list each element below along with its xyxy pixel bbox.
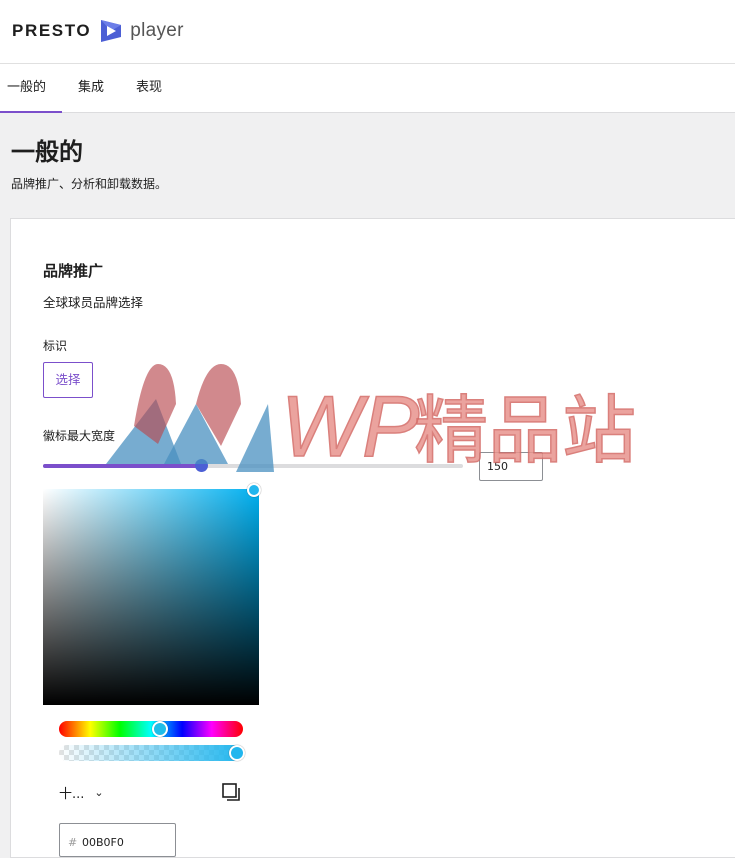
color-saturation-area[interactable] — [43, 489, 259, 705]
hash-prefix: # — [68, 836, 78, 849]
color-format-label: 十... — [59, 786, 85, 802]
color-format-select[interactable]: 十... ⌄ — [59, 781, 104, 803]
copy-icon[interactable] — [221, 782, 241, 802]
section-description: 全球球员品牌选择 — [43, 295, 144, 310]
hex-value: 00B0F0 — [82, 836, 124, 849]
alpha-slider[interactable] — [59, 745, 246, 761]
logo-label: 标识 — [43, 339, 68, 353]
presto-player-logo: PRESTO player — [12, 16, 184, 46]
saturation-handle[interactable] — [247, 483, 261, 497]
tab-performance[interactable]: 表现 — [136, 64, 162, 113]
logo-width-slider[interactable] — [43, 459, 463, 472]
slider-fill — [43, 464, 201, 468]
page-title: 一般的 — [11, 138, 83, 166]
settings-tabs: 一般的 集成 表现 — [0, 64, 735, 113]
app-header: PRESTO player — [0, 0, 735, 64]
hex-color-input[interactable]: # 00B0F0 — [59, 823, 176, 857]
logo-word: PRESTO — [12, 21, 92, 40]
tab-general[interactable]: 一般的 — [0, 64, 62, 113]
slider-handle[interactable] — [194, 459, 208, 472]
chevron-down-icon: ⌄ — [94, 785, 104, 799]
hue-slider[interactable] — [59, 721, 243, 737]
logo-width-input[interactable]: 150 — [479, 452, 543, 481]
tab-integrations[interactable]: 集成 — [78, 64, 104, 113]
logo-player-text: player — [130, 20, 184, 41]
section-title: 品牌推广 — [43, 262, 104, 280]
select-logo-button[interactable]: 选择 — [43, 362, 93, 398]
presto-logo-icon — [101, 20, 122, 42]
hue-handle[interactable] — [152, 721, 169, 737]
page-subtitle: 品牌推广、分析和卸载数据。 — [11, 177, 168, 191]
logo-max-width-label: 徽标最大宽度 — [43, 429, 116, 443]
